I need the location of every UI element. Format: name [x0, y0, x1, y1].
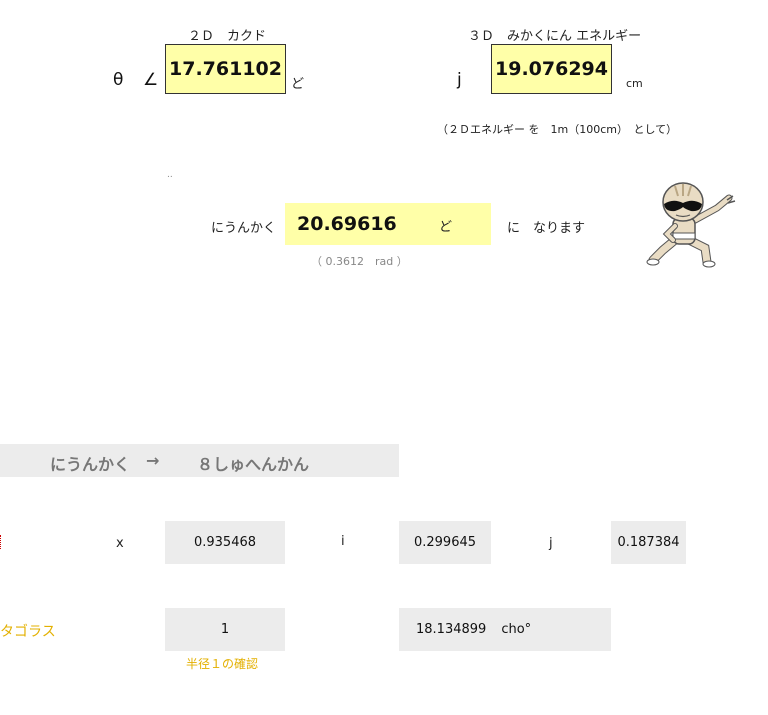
j-symbol: j	[457, 70, 462, 90]
banner-arrow: →	[146, 451, 160, 470]
energy-note: （２Ｄエネルギー を 1m（100cm） として）	[437, 123, 678, 136]
angle-result-value: 18.134899	[416, 622, 487, 637]
angle-result-cell[interactable]: 18.134899 cho°	[399, 608, 611, 651]
j-value-cell[interactable]: 0.187384	[611, 521, 686, 564]
incidence-value: 20.69616	[297, 213, 397, 235]
j-label: j	[549, 536, 553, 551]
incidence-suffix: に なります	[507, 221, 586, 236]
angle-2d-value-field[interactable]: 17.761102	[165, 44, 286, 94]
incidence-label: にうんかく	[211, 221, 277, 236]
incidence-unit: ど	[439, 220, 453, 235]
energy-3d-value-field[interactable]: 19.076294	[491, 44, 612, 94]
tiny-mark: ..	[167, 170, 173, 180]
pythagoras-label: タゴラス	[0, 624, 56, 640]
angle-symbol: ∠	[143, 70, 159, 90]
i-label: i	[341, 534, 345, 549]
incidence-value-band: 20.69616 ど	[285, 203, 491, 245]
angle-2d-unit: ど	[291, 77, 305, 92]
x-value-cell[interactable]: 0.935468	[165, 521, 285, 564]
row-marker	[0, 535, 3, 549]
conversion-banner: にうんかく → ８しゅへんかん	[0, 444, 399, 477]
angle-2d-label: ２Ｄ カクド	[188, 29, 267, 44]
radius-check-note: 半径１の確認	[186, 657, 259, 671]
i-value-cell[interactable]: 0.299645	[399, 521, 491, 564]
theta-symbol: θ	[113, 70, 124, 90]
energy-3d-label: ３Ｄ みかくにん エネルギー	[468, 29, 642, 44]
banner-left-text: にうんかく	[50, 455, 131, 474]
angle-result-unit: cho°	[501, 622, 532, 637]
x-label: x	[116, 536, 124, 551]
energy-3d-unit: cm	[626, 77, 643, 90]
radian-note: （ 0.3612 rad ）	[311, 255, 408, 268]
pythagoras-value-cell[interactable]: 1	[165, 608, 285, 651]
mascot-icon	[646, 182, 736, 268]
banner-right-text: ８しゅへんかん	[197, 455, 310, 474]
